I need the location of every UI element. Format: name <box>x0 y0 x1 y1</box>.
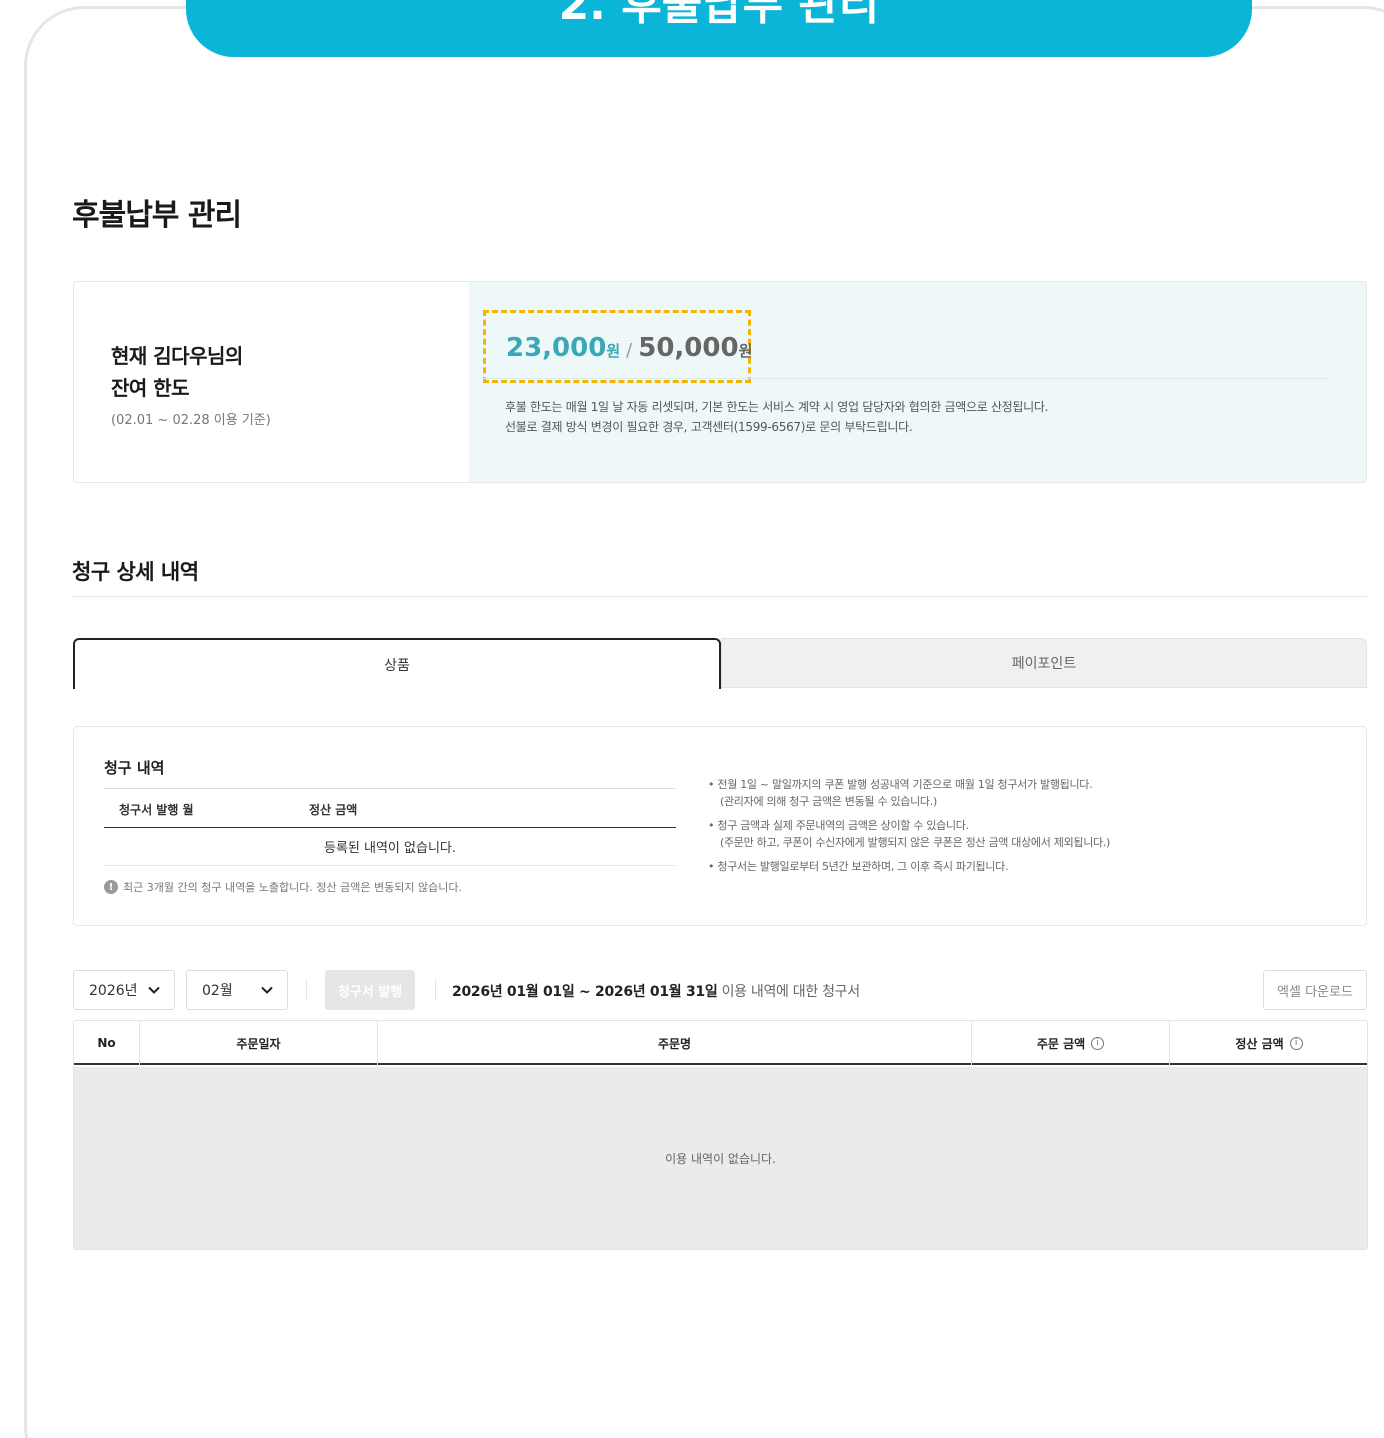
tab-paypoint[interactable]: 페이포인트 <box>721 638 1367 688</box>
invoice-period-suffix: 이용 내역에 대한 청구서 <box>717 984 861 1000</box>
used-currency: 원 <box>606 342 621 360</box>
column-label: 정산 금액 <box>1235 1036 1284 1051</box>
info-icon[interactable]: i <box>1091 1036 1105 1050</box>
orders-empty-message: 이용 내역이 없습니다. <box>74 1067 1367 1249</box>
invoice-period-range: 2026년 01월 01일 ~ 2026년 01월 31일 <box>452 984 718 1000</box>
year-value: 2026년 <box>89 983 138 999</box>
divider <box>72 596 1367 597</box>
chevron-down-icon <box>148 986 160 994</box>
column-label: No <box>97 1036 116 1050</box>
limit-period: (02.01 ~ 02.28 이용 기준) <box>111 413 271 428</box>
column-header-order-date: 주문일자 <box>140 1021 378 1065</box>
banner-title: 2. 후불납부 관리 <box>558 0 880 30</box>
total-currency: 원 <box>738 342 753 360</box>
note-item: • 전월 1일 ~ 말일까지의 쿠폰 발행 성공내역 기준으로 매월 1일 청구… <box>708 777 1110 810</box>
amount-highlight: 23,000원/50,000원 <box>483 310 752 383</box>
billing-notes: • 전월 1일 ~ 말일까지의 쿠폰 발행 성공내역 기준으로 매월 1일 청구… <box>708 777 1110 884</box>
amount-separator: / <box>626 340 633 361</box>
limit-panel: 현재 김다우님의 잔여 한도 (02.01 ~ 02.28 이용 기준) 23,… <box>73 281 1367 483</box>
info-icon: ! <box>104 880 118 894</box>
column-label: 주문명 <box>657 1036 692 1051</box>
column-header-settlement-amount: 정산 금액 i <box>1170 1021 1367 1065</box>
note-sub: (관리자에 의해 청구 금액은 변동될 수 있습니다.) <box>720 794 937 808</box>
column-header: 청구서 발행 월 <box>119 803 194 817</box>
page-title: 후불납부 관리 <box>72 198 242 233</box>
billing-info-text: 최근 3개월 간의 청구 내역을 노출합니다. 정산 금액은 변동되지 않습니다… <box>123 881 462 894</box>
billing-table: 청구서 발행 월 정산 금액 등록된 내역이 없습니다. <box>104 788 676 866</box>
divider <box>483 378 1330 379</box>
issue-invoice-button[interactable]: 청구서 발행 <box>325 970 415 1010</box>
divider <box>306 980 307 1000</box>
note-item: • 청구 금액과 실제 주문내역의 금액은 상이할 수 있습니다. (주문만 하… <box>708 818 1110 851</box>
column-header-no: No <box>74 1021 140 1065</box>
limit-amount: 23,000원/50,000원 <box>506 333 752 363</box>
divider <box>435 980 436 1000</box>
billing-panel: 청구 내역 청구서 발행 월 정산 금액 등록된 내역이 없습니다. ! 최근 … <box>73 726 1367 926</box>
column-label: 주문일자 <box>236 1036 281 1051</box>
year-select[interactable]: 2026년 <box>73 970 175 1010</box>
column-header: 정산 금액 <box>309 803 358 817</box>
note-main: • 청구 금액과 실제 주문내역의 금액은 상이할 수 있습니다. <box>708 819 969 832</box>
billing-table-header: 청구서 발행 월 정산 금액 <box>104 788 676 828</box>
note-main: • 청구서는 발행일로부터 5년간 보관하며, 그 이후 즉시 파기됩니다. <box>708 860 1009 873</box>
section-title: 청구 상세 내역 <box>72 560 199 584</box>
chevron-down-icon <box>261 986 273 994</box>
limit-note: 후불 한도는 매월 1일 날 자동 리셋되며, 기본 한도는 서비스 계약 시 … <box>505 400 1049 414</box>
column-label: 주문 금액 <box>1036 1036 1086 1051</box>
invoice-period: 2026년 01월 01일 ~ 2026년 01월 31일 이용 내역에 대한 … <box>452 981 860 1001</box>
orders-table: No 주문일자 주문명 주문 금액 i 정산 금액 i 이용 내역이 없습니다. <box>73 1020 1368 1250</box>
billing-empty-message: 등록된 내역이 없습니다. <box>104 828 676 866</box>
billing-info: ! 최근 3개월 간의 청구 내역을 노출합니다. 정산 금액은 변동되지 않습… <box>104 879 462 895</box>
billing-title: 청구 내역 <box>104 759 165 777</box>
tab-products[interactable]: 상품 <box>73 638 721 689</box>
note-sub: (주문만 하고, 쿠폰이 수신자에게 발행되지 않은 쿠폰은 정산 금액 대상에… <box>720 835 1111 849</box>
info-icon[interactable]: i <box>1289 1036 1303 1050</box>
column-header-order-name: 주문명 <box>378 1021 972 1065</box>
used-amount: 23,000 <box>506 333 607 363</box>
note-item: • 청구서는 발행일로부터 5년간 보관하며, 그 이후 즉시 파기됩니다. <box>708 859 1110 876</box>
limit-owner-label: 현재 김다우님의 <box>111 344 243 368</box>
month-select[interactable]: 02월 <box>186 970 288 1010</box>
total-amount: 50,000 <box>638 333 739 363</box>
excel-download-button[interactable]: 엑셀 다운로드 <box>1263 970 1367 1010</box>
step-banner: 2. 후불납부 관리 <box>186 0 1252 57</box>
orders-table-header: No 주문일자 주문명 주문 금액 i 정산 금액 i <box>74 1021 1367 1065</box>
limit-remaining-label: 잔여 한도 <box>111 376 190 400</box>
limit-detail-area: 23,000원/50,000원 후불 한도는 매월 1일 날 자동 리셋되며, … <box>469 282 1366 482</box>
month-value: 02월 <box>202 983 233 999</box>
limit-note: 선불로 결제 방식 변경이 필요한 경우, 고객센터(1599-6567)로 문… <box>505 420 913 434</box>
note-main: • 전월 1일 ~ 말일까지의 쿠폰 발행 성공내역 기준으로 매월 1일 청구… <box>708 778 1093 791</box>
column-header-order-amount: 주문 금액 i <box>972 1021 1170 1065</box>
limit-label-area: 현재 김다우님의 잔여 한도 (02.01 ~ 02.28 이용 기준) <box>74 282 469 482</box>
